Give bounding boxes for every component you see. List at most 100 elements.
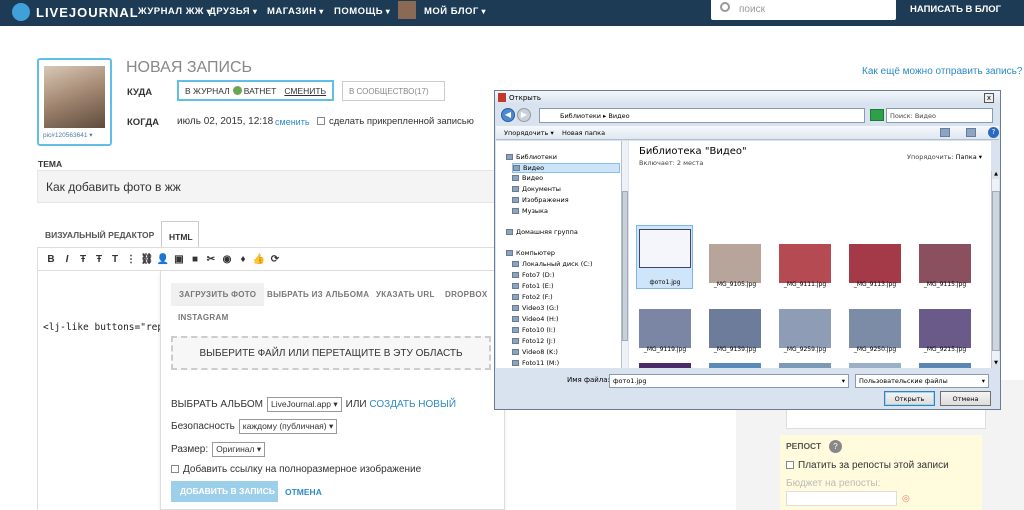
tree-item[interactable]: Компьютер xyxy=(506,249,555,257)
file-thumbnail[interactable] xyxy=(919,244,971,283)
library-includes[interactable]: Включает: 2 места xyxy=(639,159,703,167)
file-thumbnail[interactable] xyxy=(779,244,831,283)
file-name[interactable]: _MG_9139.jpg xyxy=(702,346,768,353)
tab-upload-photo[interactable]: ЗАГРУЗИТЬ ФОТО xyxy=(171,283,265,306)
file-thumbnail[interactable] xyxy=(849,309,901,348)
change-journal-link[interactable]: СМЕНИТЬ xyxy=(284,86,326,96)
close-icon[interactable]: x xyxy=(984,93,994,103)
tree-item[interactable]: Локальный диск (C:) xyxy=(512,260,593,268)
poll-icon[interactable]: ⟳ xyxy=(268,254,282,265)
file-name[interactable]: _MG_9215.jpg xyxy=(912,346,978,353)
filetype-select[interactable]: Пользовательские файлы xyxy=(855,374,989,388)
file-name[interactable]: _MG_9119.jpg xyxy=(632,346,698,353)
file-thumbnail[interactable] xyxy=(639,363,691,368)
organize-button[interactable]: Упорядочить xyxy=(504,129,554,137)
how-send-link[interactable]: Как ещё можно отправить запись? xyxy=(862,66,1022,77)
editor-area[interactable] xyxy=(37,271,160,510)
forward-icon[interactable]: ▶ xyxy=(517,108,531,122)
file-thumbnail[interactable] xyxy=(639,309,691,348)
file-thumbnail[interactable] xyxy=(849,244,901,283)
tree-item[interactable]: Foto7 (D:) xyxy=(512,271,554,279)
journal-selector[interactable]: В ЖУРНАЛ ВАТНЕТ СМЕНИТЬ xyxy=(177,80,334,101)
back-icon[interactable]: ◀ xyxy=(501,108,515,122)
file-thumbnail[interactable] xyxy=(779,363,831,368)
tree-item[interactable]: Video3 (G:) xyxy=(512,304,559,312)
like-icon[interactable]: 👍 xyxy=(252,254,266,265)
path-box[interactable]: Библиотеки ▸ Видео xyxy=(539,108,865,123)
file-name[interactable]: _MG_9115.jpg xyxy=(912,281,978,288)
file-name[interactable]: _MG_9250.jpg xyxy=(842,346,908,353)
file-thumbnail[interactable] xyxy=(849,363,901,368)
more-icon[interactable]: ⋮ xyxy=(124,254,138,265)
userpic-selector[interactable]: pic#120563641 ▾ xyxy=(37,58,112,146)
change-date-link[interactable]: сменить xyxy=(275,117,310,127)
dialog-search-input[interactable]: Поиск: Видео xyxy=(886,108,993,123)
file-dropzone[interactable]: ВЫБЕРИТЕ ФАЙЛ ИЛИ ПЕРЕТАЩИТЕ В ЭТУ ОБЛАС… xyxy=(171,336,491,370)
privacy-select[interactable]: каждому (публичная) xyxy=(238,419,338,434)
pin-post-checkbox[interactable]: сделать прикрепленной записью xyxy=(317,116,474,127)
cut-icon[interactable]: ✂ xyxy=(204,254,218,265)
file-thumbnail[interactable] xyxy=(709,309,761,348)
file-thumbnail[interactable] xyxy=(919,309,971,348)
arrange-select[interactable]: Папка xyxy=(956,153,982,161)
nav-friends[interactable]: ДРУЗЬЯ xyxy=(209,6,257,17)
tab-dropbox[interactable]: DROPBOX xyxy=(445,290,488,299)
location-icon[interactable]: ♦ xyxy=(236,254,250,265)
album-select[interactable]: LiveJournal.app xyxy=(267,397,342,412)
bold-button[interactable]: B xyxy=(44,254,58,265)
tree-item[interactable]: Изображения xyxy=(512,196,569,204)
create-album-link[interactable]: СОЗДАТЬ НОВЫЙ xyxy=(369,399,456,410)
file-thumbnail[interactable] xyxy=(639,229,691,268)
italic-button[interactable]: I xyxy=(60,254,74,265)
cancel-upload-link[interactable]: ОТМЕНА xyxy=(285,487,322,497)
tree-item[interactable]: Видео xyxy=(512,163,620,173)
view-icon[interactable] xyxy=(940,128,950,137)
preview-pane-icon[interactable] xyxy=(966,128,976,137)
filename-input[interactable]: фото1.jpg xyxy=(609,374,849,388)
tree-item[interactable]: Foto11 (M:) xyxy=(512,359,559,367)
strike-button[interactable]: Ŧ xyxy=(76,254,90,265)
tree-item[interactable]: Foto1 (E:) xyxy=(512,282,554,290)
search-input[interactable]: поиск xyxy=(711,0,896,20)
file-thumbnail[interactable] xyxy=(919,363,971,368)
size-select[interactable]: Оригинал xyxy=(212,442,266,457)
tree-item[interactable]: Библиотеки xyxy=(506,153,557,161)
help-icon[interactable]: ? xyxy=(829,440,842,453)
community-selector[interactable]: В СООБЩЕСТВО(17) xyxy=(342,81,445,101)
tree-item[interactable]: Документы xyxy=(512,185,561,193)
nav-my-blog[interactable]: МОЙ БЛОГ xyxy=(424,6,486,17)
add-to-post-button[interactable]: ДОБАВИТЬ В ЗАПИСЬ xyxy=(171,481,278,502)
help-icon[interactable]: ? xyxy=(988,127,999,138)
tab-html[interactable]: HTML xyxy=(161,221,199,248)
tree-item[interactable]: Video4 (H:) xyxy=(512,315,559,323)
open-button[interactable]: Открыть xyxy=(884,391,935,406)
spoiler-icon[interactable]: ◉ xyxy=(220,254,234,265)
tree-item[interactable]: Видео xyxy=(512,174,543,182)
tab-from-album[interactable]: ВЫБРАТЬ ИЗ АЛЬБОМА xyxy=(267,290,369,299)
file-thumbnail[interactable] xyxy=(779,309,831,348)
nav-journal[interactable]: ЖУРНАЛ ЖЖ xyxy=(138,6,211,17)
scroll-thumb[interactable] xyxy=(622,191,628,341)
image-icon[interactable]: ▣ xyxy=(172,254,186,265)
tab-visual-editor[interactable]: ВИЗУАЛЬНЫЙ РЕДАКТОР xyxy=(45,230,154,240)
tree-item[interactable]: Video8 (K:) xyxy=(512,348,558,356)
file-name[interactable]: фото1.jpg xyxy=(632,279,698,286)
subject-input[interactable]: Как добавить фото в жж xyxy=(37,170,507,203)
file-thumbnail[interactable] xyxy=(709,244,761,283)
file-list-scrollbar[interactable]: ▲ ▼ xyxy=(991,171,1000,368)
scroll-thumb[interactable] xyxy=(992,191,1000,351)
file-name[interactable]: _MG_9259.jpg xyxy=(772,346,838,353)
tree-item[interactable]: Foto12 (J:) xyxy=(512,337,556,345)
text-format-button[interactable]: T xyxy=(108,254,122,265)
video-icon[interactable]: ■ xyxy=(188,254,202,265)
tab-instagram[interactable]: INSTAGRAM xyxy=(178,313,229,322)
pay-repost-checkbox[interactable]: Платить за репосты этой записи xyxy=(786,460,949,471)
tree-item[interactable]: Музыка xyxy=(512,207,548,215)
user-avatar[interactable] xyxy=(398,1,416,19)
full-size-link-checkbox[interactable]: Добавить ссылку на полноразмерное изобра… xyxy=(171,464,421,475)
cancel-button[interactable]: Отмена xyxy=(940,391,991,406)
scroll-up-icon[interactable]: ▲ xyxy=(992,171,1000,179)
file-name[interactable]: _MG_9105.jpg xyxy=(702,281,768,288)
nav-shop[interactable]: МАГАЗИН xyxy=(267,6,324,17)
budget-input[interactable] xyxy=(786,491,897,506)
